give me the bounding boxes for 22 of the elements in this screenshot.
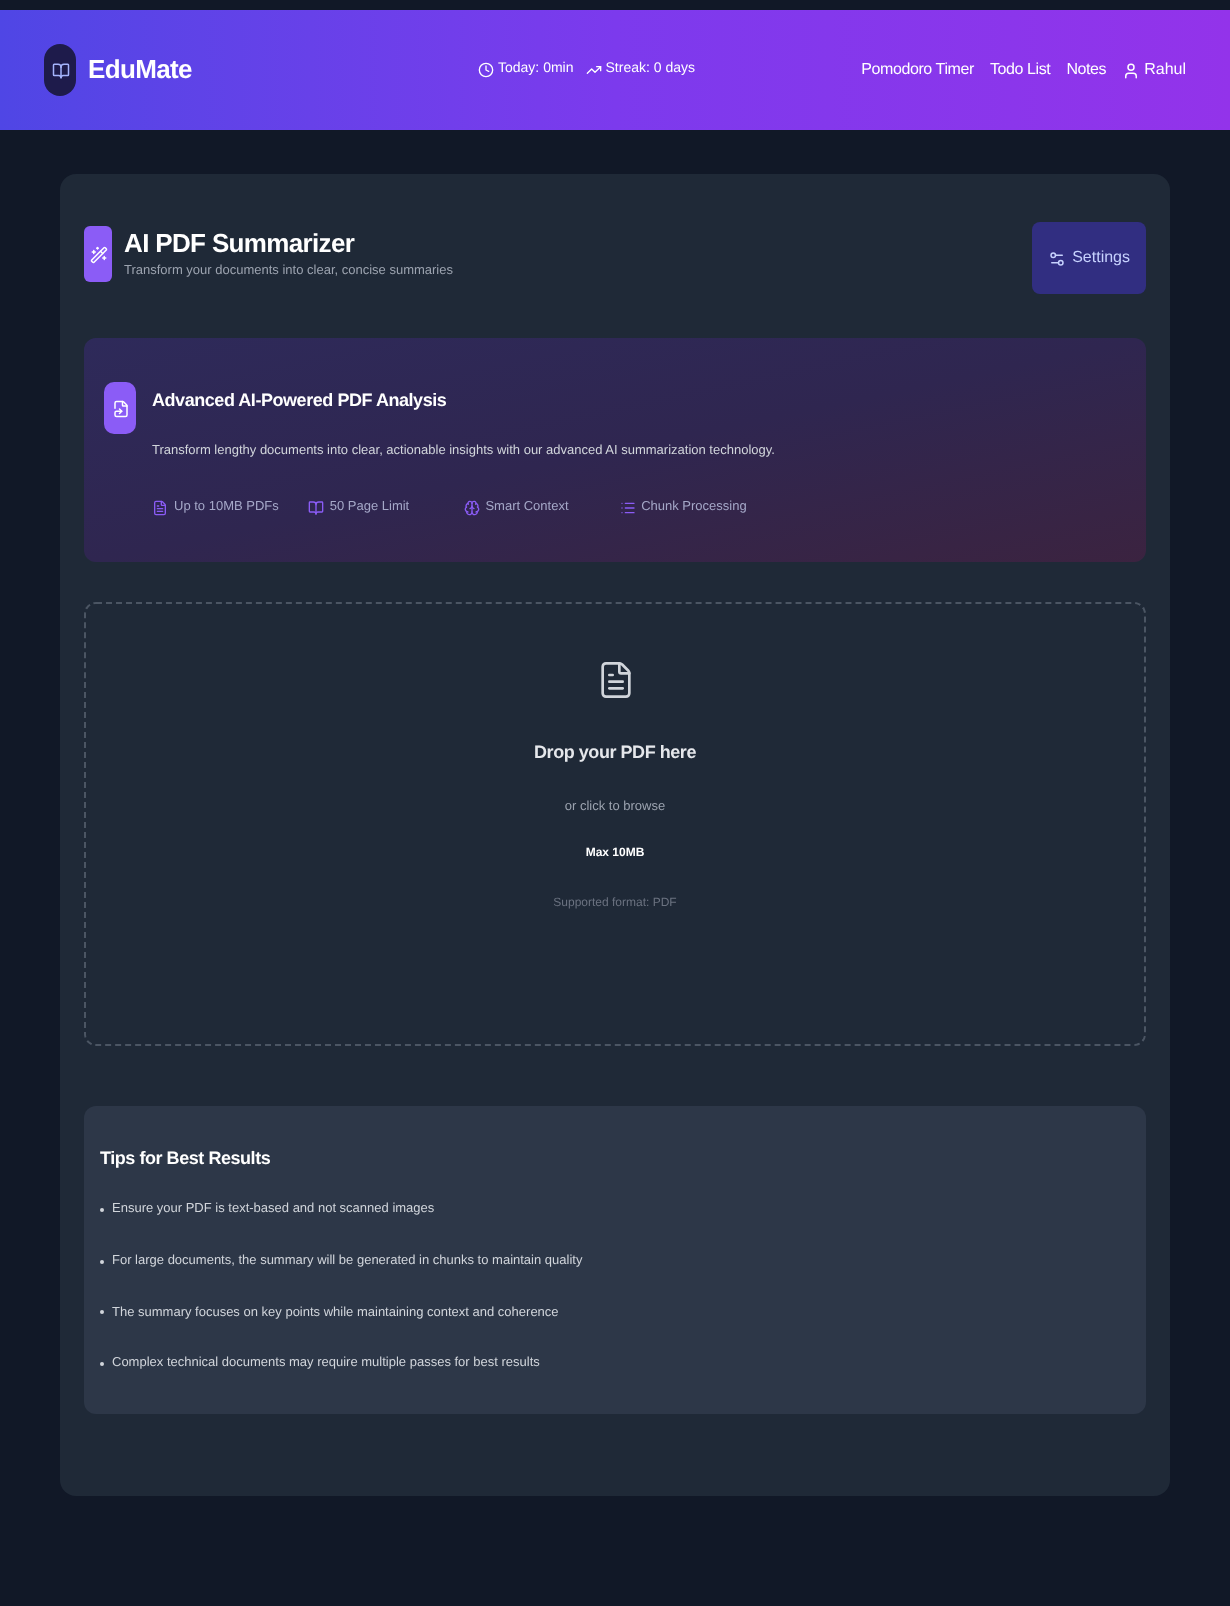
trend-icon — [585, 62, 602, 78]
settings-button[interactable]: Settings — [1032, 222, 1146, 294]
file-icon — [152, 499, 168, 516]
user-link[interactable]: Rahul — [1144, 58, 1186, 82]
nav-link[interactable]: Todo List — [989, 58, 1051, 82]
clock-icon — [478, 62, 494, 78]
brand-name[interactable]: EduMate — [88, 50, 192, 90]
banner-title: Advanced AI-Powered PDF Analysis — [152, 388, 449, 414]
nav-link[interactable]: Pomodoro Timer — [861, 58, 974, 82]
logo-icon — [44, 44, 76, 96]
nav-link[interactable]: Notes — [1066, 58, 1107, 82]
document-icon — [104, 382, 136, 434]
dropzone-title: Drop your PDF here — [534, 739, 696, 766]
wand-icon — [84, 226, 112, 282]
page-title: AI PDF Summarizer — [124, 226, 357, 262]
book-icon — [307, 499, 324, 516]
user-icon — [1122, 61, 1141, 79]
file-icon — [595, 659, 635, 699]
sliders-icon — [1048, 249, 1067, 267]
tips-title: Tips for Best Results — [100, 1145, 273, 1172]
brain-icon — [463, 499, 480, 516]
list-icon — [619, 499, 636, 516]
